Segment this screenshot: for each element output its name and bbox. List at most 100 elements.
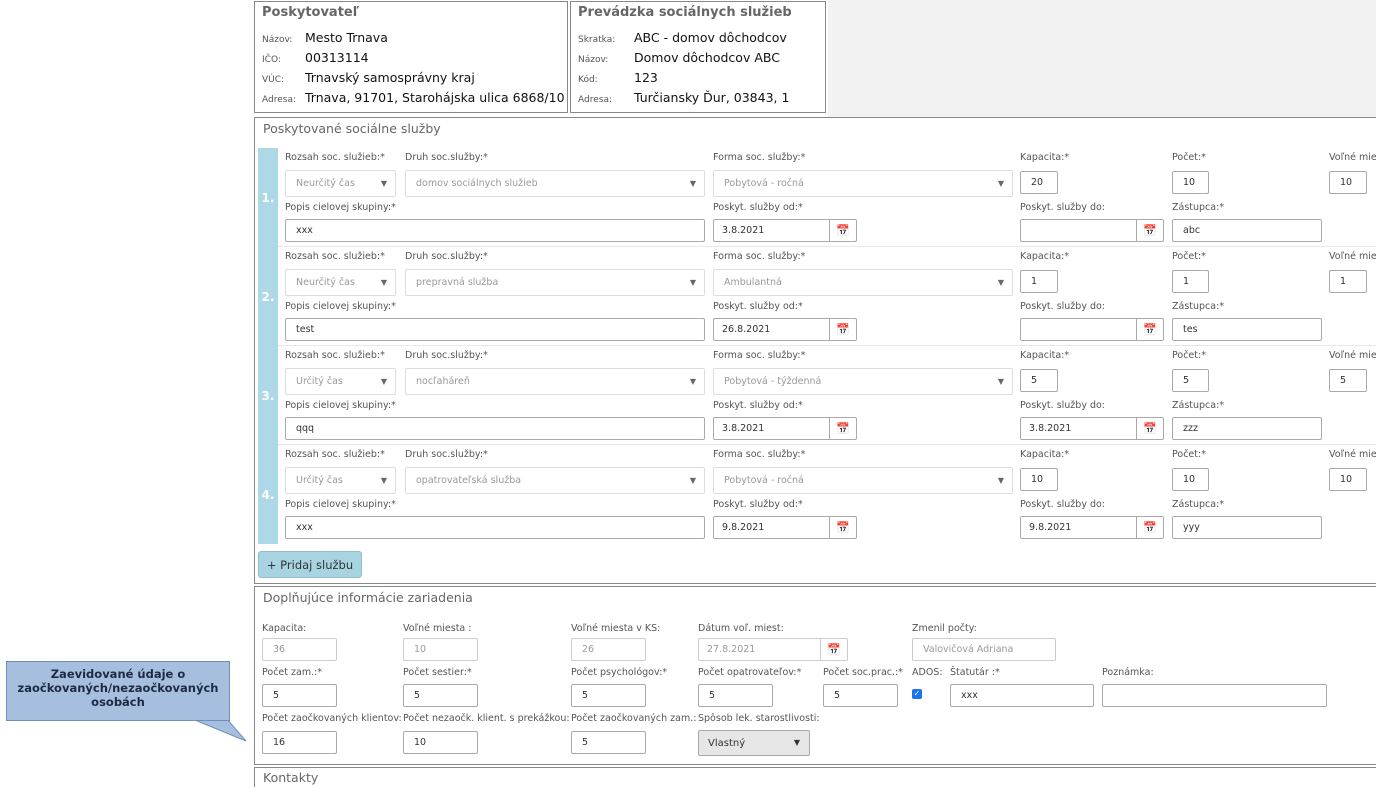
service-to-date[interactable]: 📅 xyxy=(1020,318,1164,341)
form-select[interactable]: Pobytová - ročná ▼ xyxy=(713,170,1013,197)
count-input[interactable]: 5 xyxy=(1172,369,1209,392)
service-from-date[interactable]: 3.8.2021 📅 xyxy=(713,417,857,440)
social-workers-field[interactable]: 5 xyxy=(823,684,898,707)
free-places-date-field[interactable]: 27.8.2021 📅 xyxy=(698,638,848,661)
employees-field[interactable]: 5 xyxy=(262,684,337,707)
scope-select[interactable]: Neurčitý čas ▼ xyxy=(285,269,396,296)
scope-select[interactable]: Neurčitý čas ▼ xyxy=(285,170,396,197)
type-select[interactable]: opatrovateľská služba ▼ xyxy=(405,467,705,494)
unvaccinated-clients-field[interactable]: 10 xyxy=(403,731,478,754)
required-mark: * xyxy=(800,251,806,262)
form-select[interactable]: Ambulantná ▼ xyxy=(713,269,1013,296)
row-divider xyxy=(278,246,1376,247)
service-to-label-text: Poskyt. služby do: xyxy=(1020,499,1106,510)
service-to-date[interactable]: 📅 xyxy=(1020,219,1164,242)
type-select[interactable]: nocľaháreň ▼ xyxy=(405,368,705,395)
nurses-field[interactable]: 5 xyxy=(403,684,478,707)
target-group-input[interactable]: xxx xyxy=(285,219,705,242)
facility-row-label: Skratka: xyxy=(578,35,616,45)
capacity-label-text: Kapacita: xyxy=(1020,350,1065,361)
deputy-label-text: Zástupca: xyxy=(1172,400,1220,411)
calendar-icon[interactable]: 📅 xyxy=(1136,517,1163,538)
capacity-field[interactable]: 36 xyxy=(262,638,337,661)
count-input[interactable]: 10 xyxy=(1172,468,1209,491)
count-input[interactable]: 1 xyxy=(1172,270,1209,293)
type-label: Druh soc.služby:* xyxy=(405,350,488,361)
statutory-field[interactable]: xxx xyxy=(950,684,1094,707)
required-mark: * xyxy=(483,350,488,361)
ados-checkbox[interactable]: ✓ xyxy=(912,689,922,699)
free-places-input[interactable]: 10 xyxy=(1329,468,1367,491)
provider-row-label: VÚC: xyxy=(262,75,285,85)
chevron-down-icon: ▼ xyxy=(997,278,1004,287)
required-mark: * xyxy=(798,202,803,213)
caregivers-field[interactable]: 5 xyxy=(698,684,773,707)
scope-select[interactable]: Určitý čas ▼ xyxy=(285,467,396,494)
psychologists-field[interactable]: 5 xyxy=(571,684,646,707)
deputy-label: Zástupca:* xyxy=(1172,301,1224,312)
deputy-input[interactable]: tes xyxy=(1172,318,1322,341)
required-mark: * xyxy=(1064,152,1070,163)
deputy-input[interactable]: abc xyxy=(1172,219,1322,242)
note-field[interactable] xyxy=(1102,684,1327,707)
free-places-input[interactable]: 10 xyxy=(1329,171,1367,194)
required-mark: * xyxy=(798,400,803,411)
provider-row-value: Mesto Trnava xyxy=(305,30,388,45)
target-group-input[interactable]: test xyxy=(285,318,705,341)
vaccinated-clients-field[interactable]: 16 xyxy=(262,731,337,754)
facility-row-label: Adresa: xyxy=(578,95,612,105)
required-mark: * xyxy=(391,202,396,213)
capacity-input[interactable]: 5 xyxy=(1020,369,1058,392)
calendar-icon[interactable]: 📅 xyxy=(1136,220,1163,241)
calendar-icon[interactable]: 📅 xyxy=(829,220,856,241)
required-mark: * xyxy=(798,301,803,312)
free-places-ks-field[interactable]: 26 xyxy=(571,638,646,661)
deputy-label-text: Zástupca: xyxy=(1172,301,1220,312)
type-select-value: domov sociálnych služieb xyxy=(416,178,538,189)
type-select[interactable]: prepravná služba ▼ xyxy=(405,269,705,296)
free-places-label: Voľné miesta : xyxy=(403,623,472,634)
calendar-icon[interactable]: 📅 xyxy=(829,517,856,538)
type-select[interactable]: domov sociálnych služieb ▼ xyxy=(405,170,705,197)
service-to-date[interactable]: 9.8.2021 📅 xyxy=(1020,516,1164,539)
scope-select[interactable]: Určitý čas ▼ xyxy=(285,368,396,395)
required-mark: * xyxy=(483,251,488,262)
service-from-date[interactable]: 9.8.2021 📅 xyxy=(713,516,857,539)
deputy-label: Zástupca:* xyxy=(1172,202,1224,213)
required-mark: * xyxy=(1201,152,1206,163)
chevron-down-icon: ▼ xyxy=(380,377,387,386)
service-from-label-text: Poskyt. služby od: xyxy=(713,499,799,510)
chevron-down-icon: ▼ xyxy=(380,179,387,188)
add-service-button[interactable]: + Pridaj službu xyxy=(258,551,362,578)
service-from-date[interactable]: 26.8.2021 📅 xyxy=(713,318,857,341)
required-mark: * xyxy=(1219,400,1225,411)
vaccinated-employees-field[interactable]: 5 xyxy=(571,731,646,754)
calendar-icon[interactable]: 📅 xyxy=(1136,319,1163,340)
count-input[interactable]: 10 xyxy=(1172,171,1209,194)
calendar-icon[interactable]: 📅 xyxy=(1136,418,1163,439)
changed-by-field[interactable]: Valovičová Adriana xyxy=(912,638,1056,661)
free-places-field[interactable]: 10 xyxy=(403,638,478,661)
deputy-input[interactable]: zzz xyxy=(1172,417,1322,440)
calendar-icon[interactable]: 📅 xyxy=(820,639,847,660)
form-label-text: Forma soc. služby: xyxy=(713,152,801,163)
free-places-input[interactable]: 5 xyxy=(1329,369,1367,392)
deputy-input[interactable]: yyy xyxy=(1172,516,1322,539)
free-places-input[interactable]: 1 xyxy=(1329,270,1367,293)
calendar-icon[interactable]: 📅 xyxy=(829,319,856,340)
capacity-input[interactable]: 10 xyxy=(1020,468,1058,491)
chevron-down-icon: ▼ xyxy=(689,377,696,386)
medical-care-select[interactable]: Vlastný ▼ xyxy=(698,730,810,756)
form-select[interactable]: Pobytová - týždenná ▼ xyxy=(713,368,1013,395)
calendar-icon[interactable]: 📅 xyxy=(829,418,856,439)
facility-row-label: Názov: xyxy=(578,55,609,65)
service-to-date[interactable]: 3.8.2021 📅 xyxy=(1020,417,1164,440)
form-select[interactable]: Pobytová - ročná ▼ xyxy=(713,467,1013,494)
medical-care-label: Spôsob lek. starostlivosti: xyxy=(698,713,820,724)
capacity-input[interactable]: 1 xyxy=(1020,270,1058,293)
service-from-date[interactable]: 3.8.2021 📅 xyxy=(713,219,857,242)
target-group-input[interactable]: qqq xyxy=(285,417,705,440)
form-select-value: Pobytová - týždenná xyxy=(724,376,822,387)
target-group-input[interactable]: xxx xyxy=(285,516,705,539)
capacity-input[interactable]: 20 xyxy=(1020,171,1058,194)
